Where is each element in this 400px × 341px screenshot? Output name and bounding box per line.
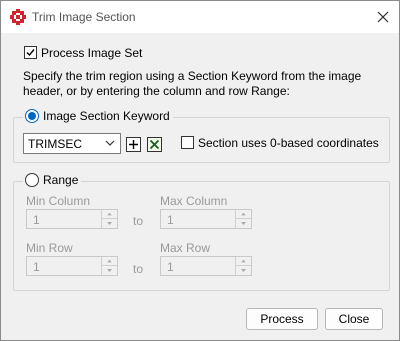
max-row-spinner[interactable]: 1: [160, 256, 252, 276]
min-row-spinner[interactable]: 1: [26, 256, 118, 276]
min-column-value: 1: [33, 213, 40, 227]
min-column-spinner[interactable]: 1: [26, 209, 118, 229]
min-row-value: 1: [33, 260, 40, 274]
spin-down-icon[interactable]: [102, 266, 117, 275]
zero-based-checkbox[interactable]: [181, 136, 194, 149]
trim-image-section-dialog: Trim Image Section Process Image Set Spe…: [0, 0, 400, 341]
spin-down-icon[interactable]: [236, 266, 251, 275]
spinner-buttons: [235, 257, 251, 275]
process-image-set-checkbox[interactable]: [24, 46, 37, 59]
spin-up-icon[interactable]: [236, 257, 251, 266]
grid-app-icon: [10, 9, 26, 25]
process-image-set-label: Process Image Set: [41, 46, 143, 60]
max-column-spinner[interactable]: 1: [160, 209, 252, 229]
max-row-label: Max Row: [160, 241, 211, 255]
spin-down-icon[interactable]: [236, 219, 251, 228]
spinner-buttons: [235, 210, 251, 228]
remove-keyword-button[interactable]: [147, 137, 162, 152]
spin-up-icon[interactable]: [102, 210, 117, 219]
range-legend: Range: [23, 173, 82, 187]
min-row-label: Min Row: [26, 241, 73, 255]
zero-based-label: Section uses 0-based coordinates: [198, 136, 379, 150]
section-keyword-radio-label: Image Section Keyword: [43, 109, 170, 123]
max-column-value: 1: [167, 213, 174, 227]
spinner-buttons: [101, 257, 117, 275]
row-to-label: to: [133, 262, 144, 276]
chevron-down-icon: [105, 140, 115, 146]
plus-icon: [129, 140, 138, 149]
title-bar: Trim Image Section: [1, 1, 399, 33]
max-column-label: Max Column: [160, 194, 228, 208]
section-keyword-combo[interactable]: TRIMSEC: [23, 133, 121, 154]
spin-down-icon[interactable]: [102, 219, 117, 228]
x-box-icon: [148, 138, 161, 151]
spin-up-icon[interactable]: [102, 257, 117, 266]
column-to-label: to: [133, 214, 144, 228]
range-radio-label: Range: [43, 173, 79, 187]
window-title: Trim Image Section: [32, 10, 136, 24]
min-column-label: Min Column: [26, 194, 91, 208]
radio-selected-dot: [28, 112, 36, 120]
section-keyword-value: TRIMSEC: [28, 137, 82, 151]
spinner-buttons: [101, 210, 117, 228]
add-keyword-button[interactable]: [126, 137, 141, 152]
range-radio[interactable]: [25, 173, 39, 187]
section-keyword-radio[interactable]: [25, 109, 39, 123]
section-keyword-legend: Image Section Keyword: [23, 109, 173, 123]
close-button[interactable]: Close: [325, 308, 383, 330]
close-icon[interactable]: [373, 7, 393, 27]
max-row-value: 1: [167, 260, 174, 274]
process-button[interactable]: Process: [246, 308, 318, 330]
spin-up-icon[interactable]: [236, 210, 251, 219]
instructions-text: Specify the trim region using a Section …: [23, 69, 362, 98]
